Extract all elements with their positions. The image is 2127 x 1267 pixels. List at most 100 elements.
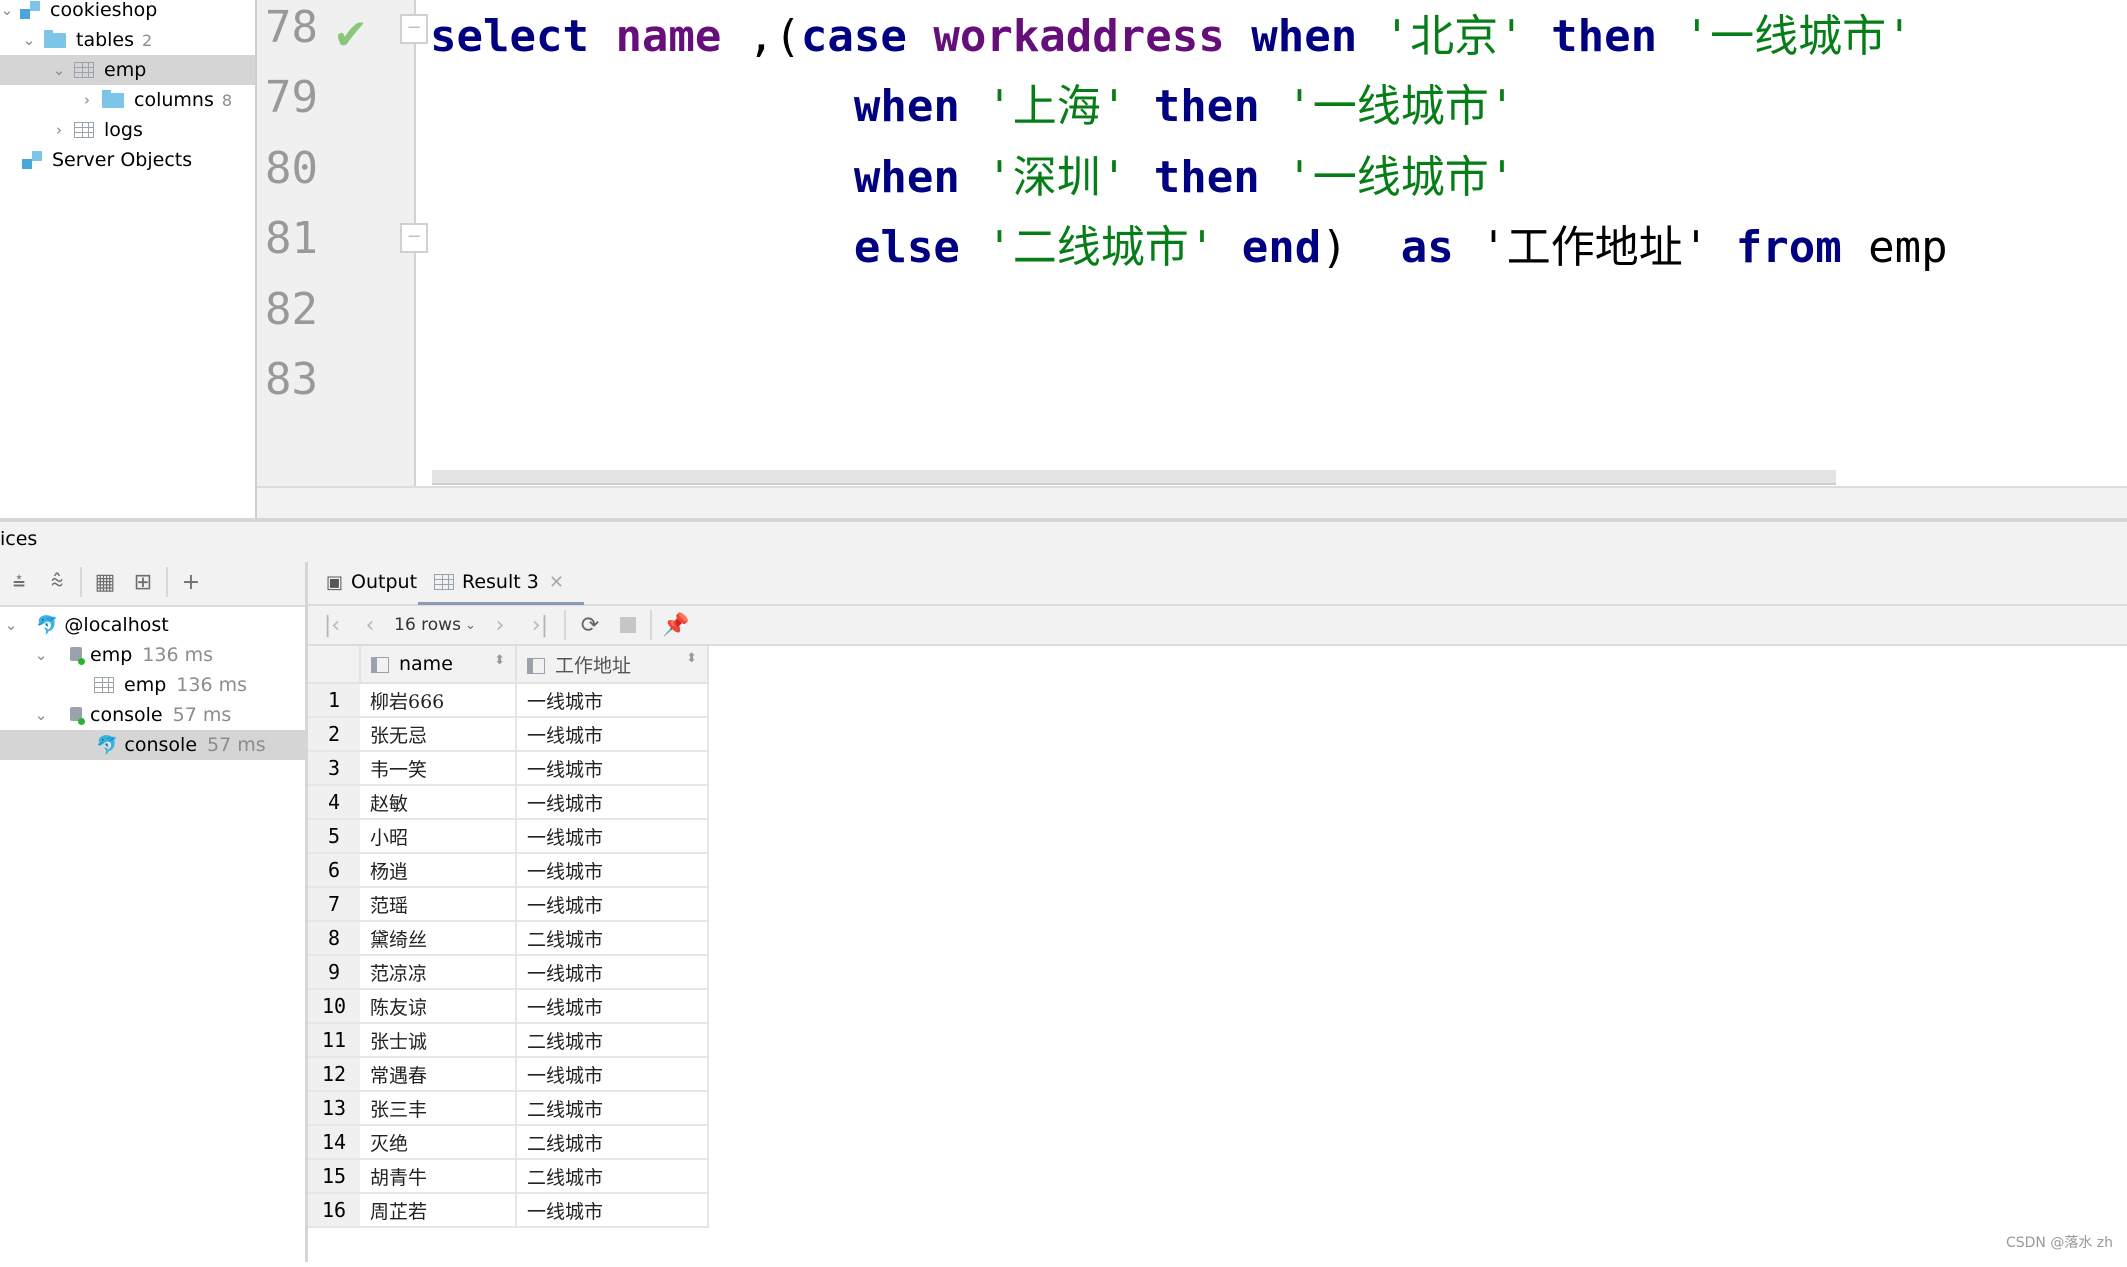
chevron-down-icon[interactable]: ⌄ (0, 1, 14, 19)
chevron-down-icon[interactable]: ⌄ (34, 646, 48, 664)
tab-output[interactable]: ▣ Output (326, 562, 417, 602)
sort-icon[interactable]: ⬍ (494, 653, 505, 668)
cell-workaddress[interactable]: 二线城市 (516, 921, 709, 956)
table-row[interactable]: 14 灭绝 二线城市 (308, 1125, 709, 1160)
code-token: '北京' (1383, 11, 1552, 62)
line-number: 80 (265, 143, 318, 194)
column-header-name[interactable]: name ⬍ (360, 646, 517, 684)
pin-icon[interactable]: 📌 (656, 607, 696, 643)
fold-toggle-icon[interactable]: − (400, 14, 428, 44)
cell-workaddress[interactable]: 二线城市 (516, 1159, 709, 1194)
cell-workaddress[interactable]: 一线城市 (516, 1193, 709, 1228)
tab-label: Result 3 (462, 571, 539, 593)
rows-count-dropdown[interactable]: 16 rows ⌄ (390, 607, 480, 643)
chevron-down-icon[interactable]: ⌄ (22, 31, 36, 49)
tree-item-tables[interactable]: ⌄ tables 2 (0, 25, 255, 55)
table-row[interactable]: 1 柳岩666 一线城市 (308, 683, 709, 718)
code-token: case (800, 11, 934, 62)
cell-name[interactable]: 张无忌 (360, 717, 517, 752)
cell-name[interactable]: 韦一笑 (360, 751, 517, 786)
table-row[interactable]: 7 范瑶 一线城市 (308, 887, 709, 922)
chevron-down-icon[interactable]: ⌄ (34, 706, 48, 724)
stop-icon[interactable] (610, 607, 646, 643)
column-header-workaddress[interactable]: 工作地址 ⬍ (516, 646, 709, 684)
tree-item-emp[interactable]: ⌄ emp (0, 55, 255, 85)
service-item-console-session[interactable]: ⌄ console 57 ms (0, 700, 305, 730)
cell-name[interactable]: 小昭 (360, 819, 517, 854)
cell-workaddress[interactable]: 一线城市 (516, 989, 709, 1024)
tree-item-columns[interactable]: › columns 8 (0, 85, 255, 115)
chevron-down-icon[interactable]: ⌄ (4, 616, 18, 634)
chevron-down-icon[interactable]: ⌄ (52, 61, 66, 79)
cell-name[interactable]: 范瑶 (360, 887, 517, 922)
first-page-icon[interactable]: |‹ (314, 607, 350, 643)
expand-all-icon[interactable]: ⩮ (0, 564, 38, 600)
service-item-emp-session[interactable]: ⌄ emp 136 ms (0, 640, 305, 670)
table-row[interactable]: 5 小昭 一线城市 (308, 819, 709, 854)
table-row[interactable]: 13 张三丰 二线城市 (308, 1091, 709, 1126)
collapse-all-icon[interactable]: ⩯ (38, 564, 76, 600)
cell-name[interactable]: 张士诚 (360, 1023, 517, 1058)
cell-workaddress[interactable]: 一线城市 (516, 683, 709, 718)
next-page-icon[interactable]: › (480, 607, 520, 643)
cell-workaddress[interactable]: 一线城市 (516, 853, 709, 888)
table-row[interactable]: 10 陈友谅 一线城市 (308, 989, 709, 1024)
cell-name[interactable]: 陈友谅 (360, 989, 517, 1024)
horizontal-scrollbar[interactable] (432, 470, 1836, 485)
table-row[interactable]: 6 杨逍 一线城市 (308, 853, 709, 888)
cell-name[interactable]: 赵敏 (360, 785, 517, 820)
cell-name[interactable]: 灭绝 (360, 1125, 517, 1160)
cell-workaddress[interactable]: 一线城市 (516, 819, 709, 854)
cell-name[interactable]: 范凉凉 (360, 955, 517, 990)
code-editor[interactable]: select name ,(case workaddress when '北京'… (430, 0, 2127, 486)
close-icon[interactable]: ✕ (549, 572, 564, 593)
cell-name[interactable]: 胡青牛 (360, 1159, 517, 1194)
table-row[interactable]: 12 常遇春 一线城市 (308, 1057, 709, 1092)
cell-workaddress[interactable]: 一线城市 (516, 1057, 709, 1092)
previous-page-icon[interactable]: ‹ (350, 607, 390, 643)
cell-workaddress[interactable]: 二线城市 (516, 1023, 709, 1058)
table-row[interactable]: 4 赵敏 一线城市 (308, 785, 709, 820)
cell-name[interactable]: 常遇春 (360, 1057, 517, 1092)
tree-item-logs[interactable]: › logs (0, 115, 255, 145)
service-item-emp-result[interactable]: emp 136 ms (0, 670, 305, 700)
table-row[interactable]: 16 周芷若 一线城市 (308, 1193, 709, 1228)
last-page-icon[interactable]: ›| (520, 607, 560, 643)
editor-footer (257, 486, 2127, 522)
table-row[interactable]: 3 韦一笑 一线城市 (308, 751, 709, 786)
code-line: select name ,(case workaddress when '北京'… (430, 0, 1913, 64)
table-row[interactable]: 9 范凉凉 一线城市 (308, 955, 709, 990)
cell-name[interactable]: 柳岩666 (360, 683, 517, 718)
table-row[interactable]: 11 张士诚 二线城市 (308, 1023, 709, 1058)
table-row[interactable]: 15 胡青牛 二线城市 (308, 1159, 709, 1194)
cell-workaddress[interactable]: 二线城市 (516, 1125, 709, 1160)
service-item-console[interactable]: 🐬 console 57 ms (0, 730, 305, 760)
cell-workaddress[interactable]: 一线城市 (516, 751, 709, 786)
cell-workaddress[interactable]: 一线城市 (516, 785, 709, 820)
cell-workaddress[interactable]: 一线城市 (516, 887, 709, 922)
add-icon[interactable]: + (172, 564, 210, 600)
tree-item-server-objects[interactable]: Server Objects (0, 145, 255, 175)
sort-icon[interactable]: ⬍ (686, 651, 697, 666)
fold-toggle-icon[interactable]: − (400, 223, 428, 253)
refresh-icon[interactable]: ⟳ (570, 607, 610, 643)
tree-item-cookieshop[interactable]: ⌄ cookieshop (0, 0, 255, 25)
cell-name[interactable]: 周芷若 (360, 1193, 517, 1228)
table-row[interactable]: 2 张无忌 一线城市 (308, 717, 709, 752)
cell-name[interactable]: 张三丰 (360, 1091, 517, 1126)
table-row[interactable]: 8 黛绮丝 二线城市 (308, 921, 709, 956)
connection-icon (64, 646, 86, 665)
new-session-icon[interactable]: ⊞ (124, 564, 162, 600)
cell-workaddress[interactable]: 一线城市 (516, 717, 709, 752)
cell-workaddress[interactable]: 一线城市 (516, 955, 709, 990)
service-item-localhost[interactable]: ⌄ 🐬 @localhost (0, 610, 305, 640)
chevron-right-icon[interactable]: › (52, 121, 66, 139)
code-line: when '上海' then '一线城市' (430, 70, 1515, 134)
cell-name[interactable]: 杨逍 (360, 853, 517, 888)
code-token: emp (1868, 222, 1948, 273)
cell-name[interactable]: 黛绮丝 (360, 921, 517, 956)
cell-workaddress[interactable]: 二线城市 (516, 1091, 709, 1126)
group-icon[interactable]: ▦ (86, 564, 124, 600)
tab-result-3[interactable]: Result 3 ✕ (418, 562, 584, 605)
chevron-right-icon[interactable]: › (80, 91, 94, 109)
